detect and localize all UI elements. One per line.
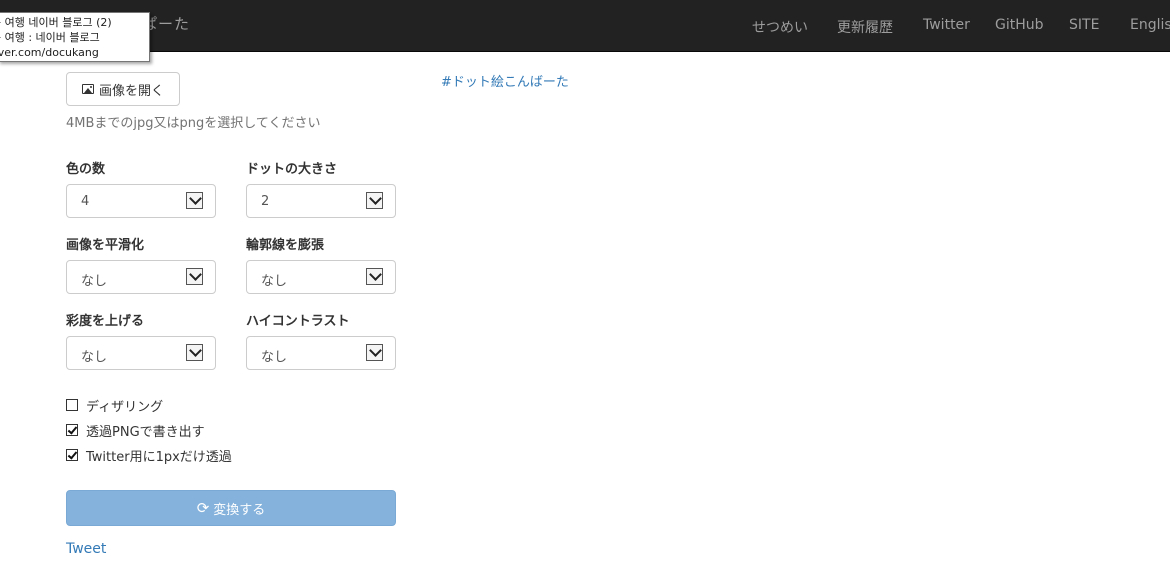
transparent-png-label: 透過PNGで書き出す — [86, 424, 205, 440]
nav-link-english[interactable]: English — [1130, 17, 1170, 33]
color-count-label: 色の数 — [66, 162, 106, 177]
smoothing-label: 画像を平滑化 — [66, 238, 145, 253]
color-count-select[interactable]: 4 — [66, 184, 216, 218]
dot-size-value: 2 — [261, 194, 270, 209]
dithering-option[interactable]: ディザリング — [66, 396, 164, 415]
high-contrast-value: なし — [261, 350, 288, 365]
chevron-down-icon — [186, 344, 203, 361]
nav-link-site[interactable]: SITE — [1069, 17, 1099, 33]
open-image-button[interactable]: 画像を開く — [66, 72, 180, 106]
nav-link-setsumei[interactable]: せつめい — [752, 17, 808, 37]
nav-link-twitter[interactable]: Twitter — [923, 17, 970, 33]
smoothing-select[interactable]: なし — [66, 260, 216, 294]
dot-size-label: ドットの大きさ — [246, 162, 338, 177]
outline-expand-value: なし — [261, 274, 288, 289]
dithering-checkbox[interactable] — [66, 399, 78, 411]
navbar: んぱーた せつめい 更新履歴 Twitter GitHub SITE Engli… — [0, 0, 1170, 52]
picture-icon — [81, 84, 94, 94]
saturation-select[interactable]: なし — [66, 336, 216, 370]
dot-size-select[interactable]: 2 — [246, 184, 396, 218]
chevron-down-icon — [186, 268, 203, 285]
twitter-1px-label: Twitter用に1pxだけ透過 — [86, 449, 232, 465]
nav-link-changelog[interactable]: 更新履歴 — [837, 17, 893, 37]
tweet-link[interactable]: Tweet — [66, 541, 106, 557]
color-count-value: 4 — [81, 194, 90, 209]
transparent-png-option[interactable]: 透過PNGで書き出す — [66, 421, 205, 440]
chevron-down-icon — [366, 344, 383, 361]
convert-label: 変換する — [213, 502, 266, 518]
outline-expand-label: 輪郭線を膨張 — [246, 238, 325, 253]
dithering-label: ディザリング — [86, 399, 164, 415]
convert-button[interactable]: ⟳ 変換する — [66, 490, 396, 526]
browser-tooltip: 는 여행 네이버 블로그 (2) 는 여행 : 네이버 블로그 aver.com… — [0, 12, 150, 62]
open-image-label: 画像を開く — [98, 83, 164, 99]
chevron-down-icon — [186, 192, 203, 209]
tooltip-line: 는 여행 : 네이버 블로그 — [0, 31, 100, 44]
smoothing-value: なし — [81, 274, 108, 289]
twitter-1px-checkbox[interactable] — [66, 449, 78, 461]
file-help-text: 4MBまでのjpg又はpngを選択してください — [66, 116, 321, 131]
high-contrast-label: ハイコントラスト — [246, 314, 350, 329]
refresh-icon: ⟳ — [196, 498, 210, 517]
tooltip-line: 는 여행 네이버 블로그 (2) — [0, 16, 112, 29]
nav-link-github[interactable]: GitHub — [995, 17, 1044, 33]
saturation-value: なし — [81, 350, 108, 365]
chevron-down-icon — [366, 268, 383, 285]
outline-expand-select[interactable]: なし — [246, 260, 396, 294]
tooltip-line: aver.com/docukang — [0, 46, 99, 59]
transparent-png-checkbox[interactable] — [66, 424, 78, 436]
high-contrast-select[interactable]: なし — [246, 336, 396, 370]
saturation-label: 彩度を上げる — [66, 314, 145, 329]
twitter-1px-option[interactable]: Twitter用に1pxだけ透過 — [66, 446, 232, 465]
hashtag-link[interactable]: #ドット絵こんばーた — [441, 71, 569, 90]
chevron-down-icon — [366, 192, 383, 209]
